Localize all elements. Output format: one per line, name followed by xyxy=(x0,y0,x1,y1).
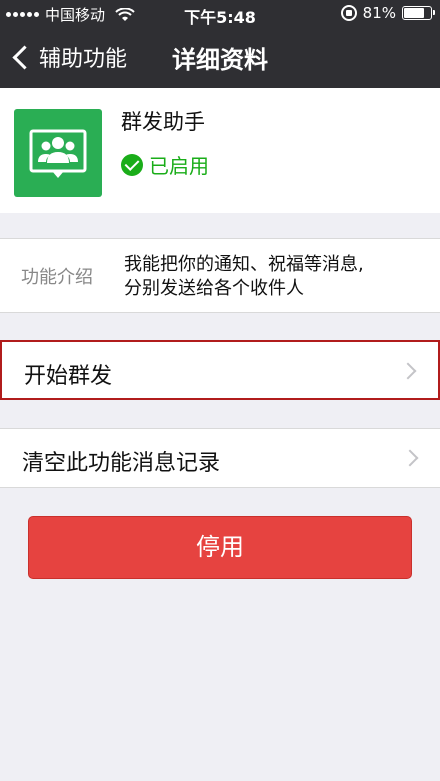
disable-button[interactable]: 停用 xyxy=(28,516,412,579)
profile-header: 群发助手 已启用 xyxy=(0,88,440,213)
intro-key: 功能介绍 xyxy=(21,267,93,288)
intro-value: 我能把你的通知、祝福等消息, 分别发送给各个收件人 xyxy=(124,253,424,301)
group-chat-icon xyxy=(14,109,102,197)
clear-records-label: 清空此功能消息记录 xyxy=(22,451,221,476)
clear-records-cell[interactable]: 清空此功能消息记录 xyxy=(0,428,440,488)
chevron-right-icon xyxy=(401,449,419,467)
top-bar: 中国移动 下午5:48 81% 辅助功能 详细资料 xyxy=(0,0,440,88)
intro-value-line1: 我能把你的通知、祝福等消息, xyxy=(124,254,364,275)
page-title: 详细资料 xyxy=(172,46,268,74)
intro-value-line2: 分别发送给各个收件人 xyxy=(124,278,304,299)
detail-screen: 中国移动 下午5:48 81% 辅助功能 详细资料 群发助手 已启用 功能介绍 … xyxy=(0,0,440,781)
chevron-right-icon xyxy=(399,362,417,380)
start-broadcast-cell[interactable]: 开始群发 xyxy=(0,340,440,400)
intro-card: 功能介绍 我能把你的通知、祝福等消息, 分别发送给各个收件人 xyxy=(0,238,440,313)
status-bar: 中国移动 下午5:48 81% xyxy=(0,0,440,28)
start-broadcast-label: 开始群发 xyxy=(24,364,113,389)
status-label: 已启用 xyxy=(149,154,209,178)
app-name: 群发助手 xyxy=(121,110,205,134)
rotation-lock-icon xyxy=(340,5,357,21)
status-badge: 已启用 xyxy=(121,150,209,179)
battery-fill xyxy=(404,8,424,18)
battery-icon xyxy=(402,6,435,20)
nav-bar: 辅助功能 详细资料 xyxy=(0,28,440,88)
battery-percent: 81% xyxy=(362,4,396,22)
status-right: 81% xyxy=(340,4,435,22)
check-circle-icon xyxy=(121,153,143,176)
